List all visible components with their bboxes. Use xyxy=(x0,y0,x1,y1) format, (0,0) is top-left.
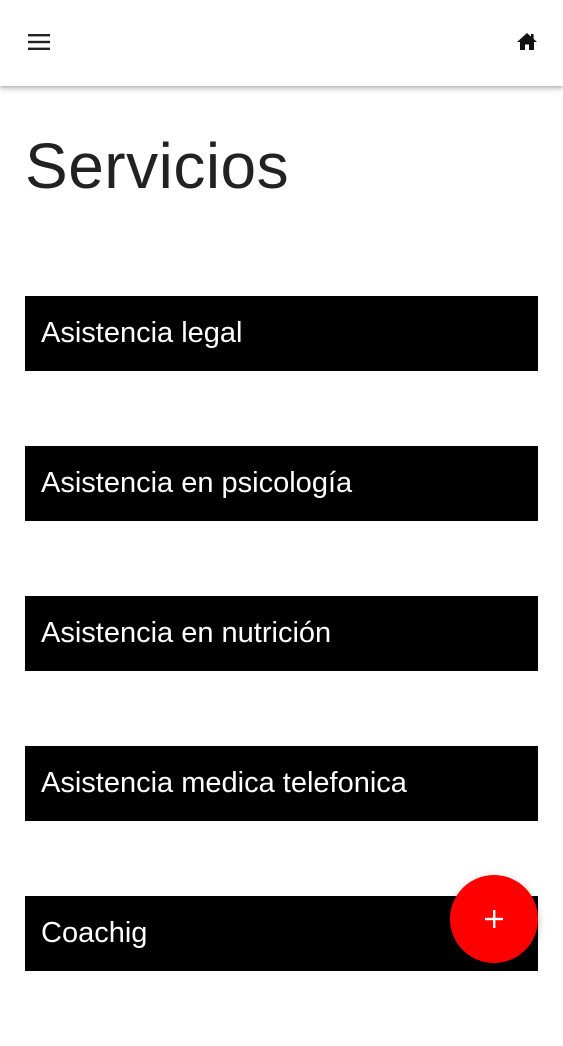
hamburger-menu-icon[interactable] xyxy=(26,30,54,54)
add-service-fab-button[interactable] xyxy=(450,875,538,963)
service-item-label: Asistencia en nutrición xyxy=(41,617,332,649)
hamburger-menu-icon-graphic xyxy=(28,34,50,50)
app-bar xyxy=(0,0,563,86)
home-icon-graphic xyxy=(517,33,537,50)
page-title: Servicios xyxy=(25,130,290,202)
service-item-asistencia-psicologia[interactable]: Asistencia en psicología xyxy=(25,446,538,521)
plus-icon xyxy=(485,910,503,928)
service-item-asistencia-medica[interactable]: Asistencia medica telefonica xyxy=(25,746,538,821)
home-icon[interactable] xyxy=(515,30,539,54)
service-item-label: Asistencia legal xyxy=(41,317,243,349)
service-item-asistencia-nutricion[interactable]: Asistencia en nutrición xyxy=(25,596,538,671)
service-item-label: Coachig xyxy=(41,917,148,949)
service-item-label: Asistencia medica telefonica xyxy=(41,767,407,799)
service-item-asistencia-legal[interactable]: Asistencia legal xyxy=(25,296,538,371)
service-item-label: Asistencia en psicología xyxy=(41,467,353,499)
